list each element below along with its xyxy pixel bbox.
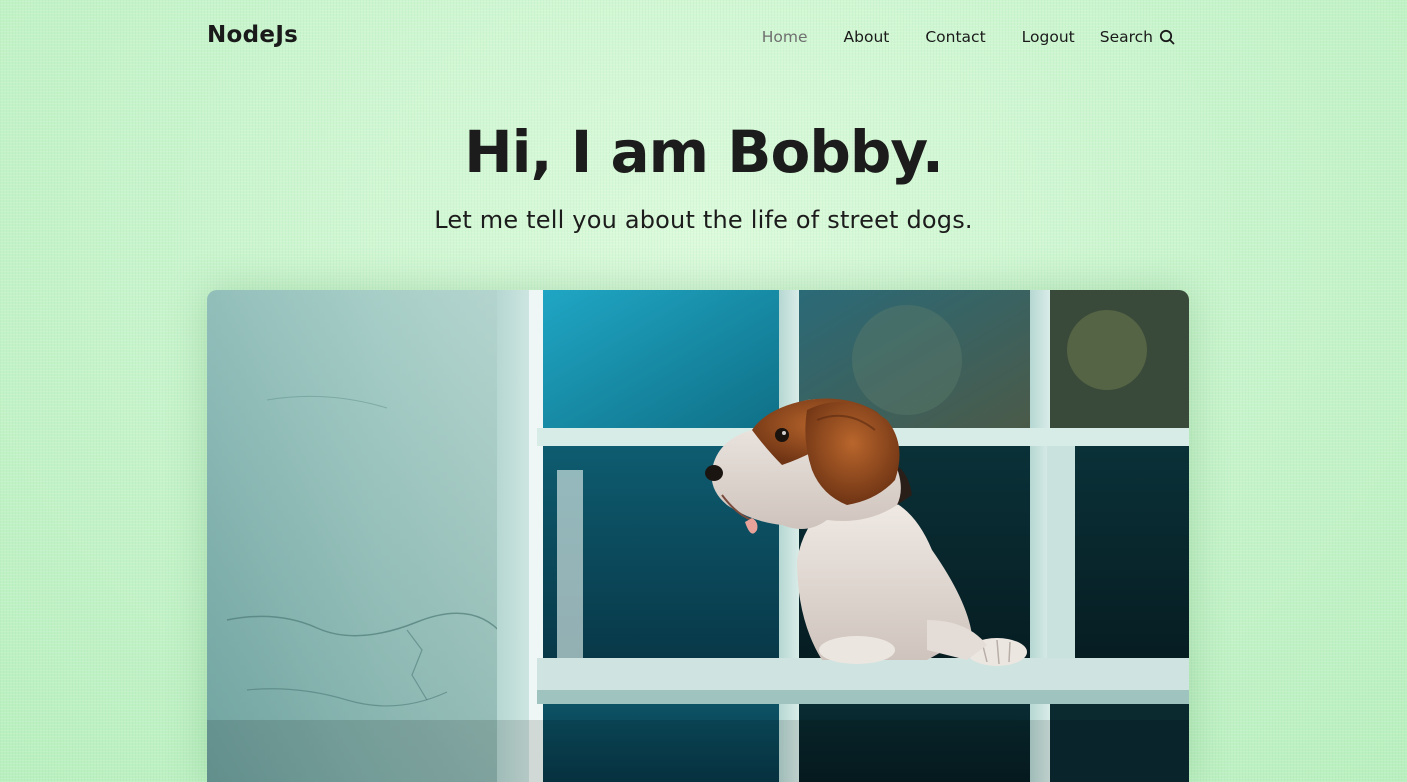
search-button[interactable]: Search [1100, 28, 1175, 46]
nav-logout-link[interactable]: Logout [1022, 28, 1075, 46]
site-header: NodeJs Home About Contact Logout Search [207, 0, 1175, 76]
hero-section: Hi, I am Bobby. Let me tell you about th… [0, 112, 1407, 236]
nav-about-link[interactable]: About [844, 28, 890, 46]
hero-image [207, 290, 1189, 782]
site-logo[interactable]: NodeJs [207, 22, 298, 48]
hero-subtitle: Let me tell you about the life of street… [434, 206, 973, 234]
search-icon [1159, 29, 1175, 45]
main-nav: Home About Contact Logout Search [762, 28, 1175, 46]
nav-contact-link[interactable]: Contact [925, 28, 985, 46]
nav-home-link[interactable]: Home [762, 28, 808, 46]
hero-title: Hi, I am Bobby. [464, 118, 944, 186]
search-button-label: Search [1099, 28, 1153, 46]
